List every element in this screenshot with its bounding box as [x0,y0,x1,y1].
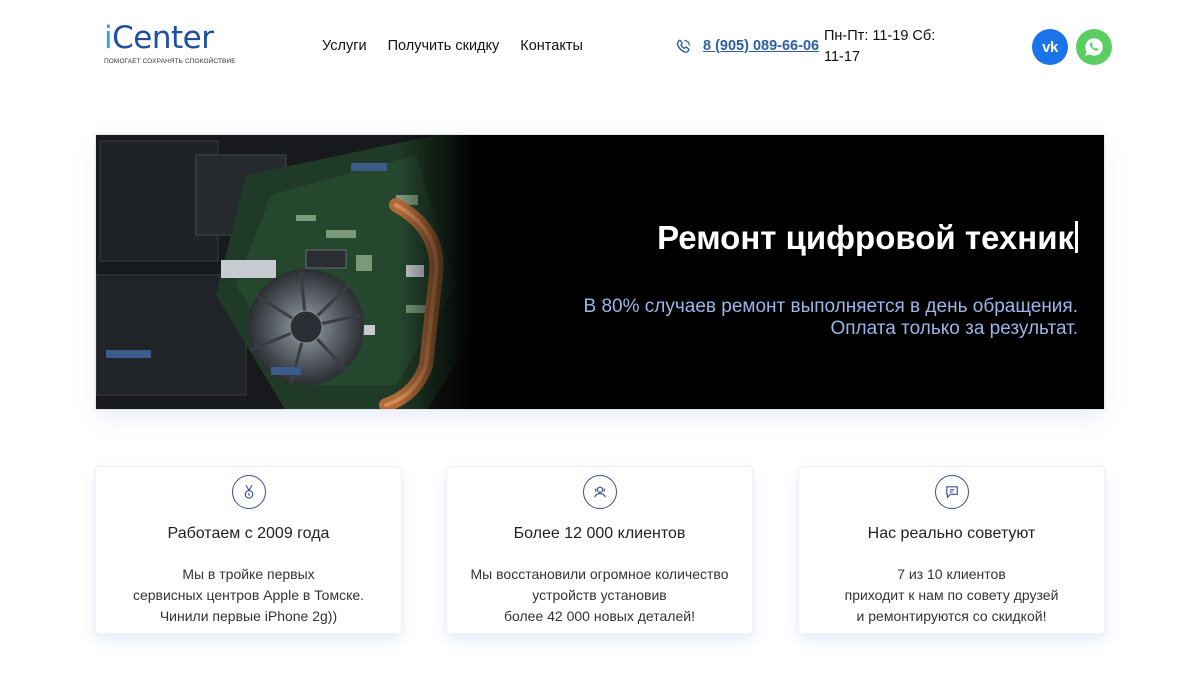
vk-button[interactable]: vk [1032,29,1068,65]
phone-link[interactable]: 8 (905) 089-66-06 [703,38,819,54]
feature-title: Нас реально советуют [867,525,1036,542]
feature-card-since-2009: Работаем с 2009 года Мы в тройке первых … [95,466,402,634]
feature-card-recommendations: Нас реально советуют 7 из 10 клиентов пр… [798,466,1105,634]
whatsapp-button[interactable] [1076,29,1112,65]
site-header: iCenter ПОМОГАЕТ СОХРАНЯТЬ СПОКОЙСТВИЕ У… [0,0,1200,100]
hero-subtitle-line: В 80% случаев ремонт выполняется в день … [583,296,1078,317]
feature-title: Работаем с 2009 года [167,525,330,542]
hero-title: Ремонт цифровой техник [657,219,1078,257]
logo-tagline: ПОМОГАЕТ СОХРАНЯТЬ СПОКОЙСТВИЕ [104,58,236,65]
hero-banner: Ремонт цифровой техник В 80% случаев рем… [95,134,1105,410]
working-hours: Пн-Пт: 11-19 Сб: 11-17 [824,28,936,65]
feature-description: 7 из 10 клиентов приходит к нам по совет… [844,566,1059,624]
feature-description: Мы в тройке первых сервисных центров App… [132,566,365,624]
logo-wordmark: iCenter [104,20,214,56]
laptop-motherboard-photo [96,135,474,409]
vk-icon: vk [1042,38,1058,56]
nav-item-contacts[interactable]: Контакты [520,38,583,54]
medal-icon [232,475,266,509]
logo[interactable]: iCenter ПОМОГАЕТ СОХРАНЯТЬ СПОКОЙСТВИЕ [104,20,239,72]
feature-title: Более 12 000 клиентов [513,525,686,542]
nav-item-services[interactable]: Услуги [322,38,367,54]
users-icon [583,475,617,509]
feature-card-clients: Более 12 000 клиентов Мы восстановили ог… [446,466,753,634]
phone-icon [676,39,690,53]
chat-icon [935,475,969,509]
feature-description: Мы восстановили огромное количество устр… [470,566,729,624]
typing-cursor [1075,221,1078,254]
main-nav: Услуги Получить скидку Контакты [322,38,583,54]
hero-subtitle-line: Оплата только за результат. [830,318,1078,339]
nav-item-discount[interactable]: Получить скидку [388,38,500,54]
hero-subtitle: В 80% случаев ремонт выполняется в день … [584,296,1078,340]
whatsapp-icon [1085,38,1103,56]
